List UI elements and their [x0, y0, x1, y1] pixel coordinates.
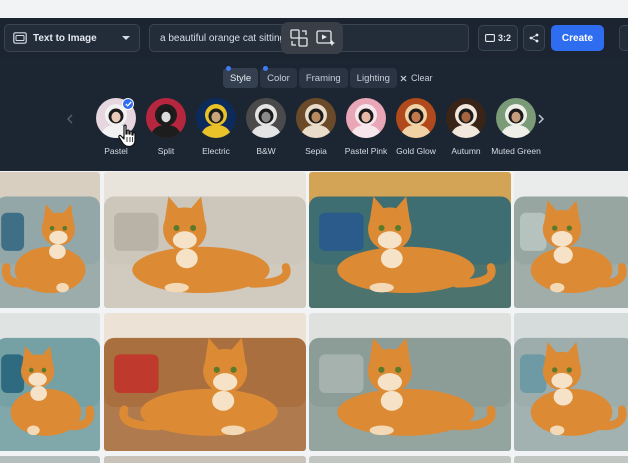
result-image-tile[interactable]	[0, 172, 100, 308]
image-icon	[13, 32, 27, 44]
scroll-left-button[interactable]	[63, 110, 77, 128]
aspect-ratio-label: 3:2	[497, 33, 511, 43]
tab-label: Framing	[305, 72, 341, 84]
image-to-image-button[interactable]	[287, 26, 311, 50]
tab-framing[interactable]: Framing	[298, 68, 348, 88]
style-thumbnail	[296, 98, 336, 138]
style-option-muted-green[interactable]: Muted Green	[486, 98, 546, 156]
style-thumbnail	[496, 98, 536, 138]
style-carousel: Pastel Split Electric B&W Sepia Pastel Pink Go…	[86, 98, 541, 164]
clear-label: Clear	[411, 73, 433, 83]
result-image-tile[interactable]	[309, 313, 511, 451]
top-toolbar: Text to Image 3:2	[0, 18, 628, 58]
chevron-left-icon	[67, 114, 73, 124]
close-icon	[400, 75, 407, 81]
aspect-ratio-button[interactable]: 3:2	[478, 25, 518, 51]
style-thumbnail	[246, 98, 286, 138]
active-indicator-dot	[226, 66, 231, 71]
result-image-tile[interactable]	[0, 456, 100, 463]
result-image-tile[interactable]	[104, 313, 306, 451]
video-sparkle-icon	[315, 30, 335, 46]
floating-action-bar	[281, 22, 343, 54]
create-button[interactable]: Create	[551, 25, 604, 51]
result-image-tile[interactable]	[514, 313, 628, 451]
result-image-tile[interactable]	[514, 172, 628, 308]
tab-color[interactable]: Color	[260, 66, 297, 88]
clear-button[interactable]: Clear	[400, 68, 433, 88]
active-indicator-dot	[263, 66, 269, 71]
style-thumbnail	[146, 98, 186, 138]
result-image-tile[interactable]	[0, 313, 100, 451]
image-to-video-button[interactable]	[314, 26, 338, 50]
result-image-tile[interactable]	[309, 172, 511, 308]
result-image-tile[interactable]	[309, 456, 511, 463]
result-image-tile[interactable]	[104, 456, 306, 463]
tab-lighting[interactable]: Lighting	[349, 68, 397, 88]
share-icon	[529, 33, 539, 43]
style-label: Muted Green	[491, 146, 541, 156]
share-button[interactable]	[523, 25, 545, 51]
style-thumbnail	[196, 98, 236, 138]
style-thumbnail	[446, 98, 486, 138]
tab-label: Color	[267, 72, 290, 84]
swap-image-icon	[289, 29, 308, 47]
selected-check-icon	[122, 98, 134, 110]
tab-style[interactable]: Style	[223, 66, 259, 88]
style-thumbnail	[346, 98, 386, 138]
result-image-tile[interactable]	[104, 172, 306, 308]
mode-label: Text to Image	[33, 32, 97, 44]
mode-dropdown[interactable]: Text to Image	[4, 24, 140, 52]
result-image-tile[interactable]	[514, 456, 628, 463]
style-tabs: Style Color Framing Lighting	[223, 66, 397, 88]
results-grid	[0, 171, 628, 463]
prompt-input[interactable]	[160, 32, 290, 44]
aspect-ratio-icon	[485, 34, 495, 42]
style-thumbnail	[396, 98, 436, 138]
more-button[interactable]	[619, 25, 628, 51]
hand-cursor-icon	[118, 124, 136, 148]
tab-label: Style	[230, 72, 252, 84]
style-panel: Style Color Framing Lighting Clear Paste…	[0, 58, 628, 171]
chevron-down-icon	[122, 36, 130, 40]
tab-label: Lighting	[356, 72, 390, 84]
